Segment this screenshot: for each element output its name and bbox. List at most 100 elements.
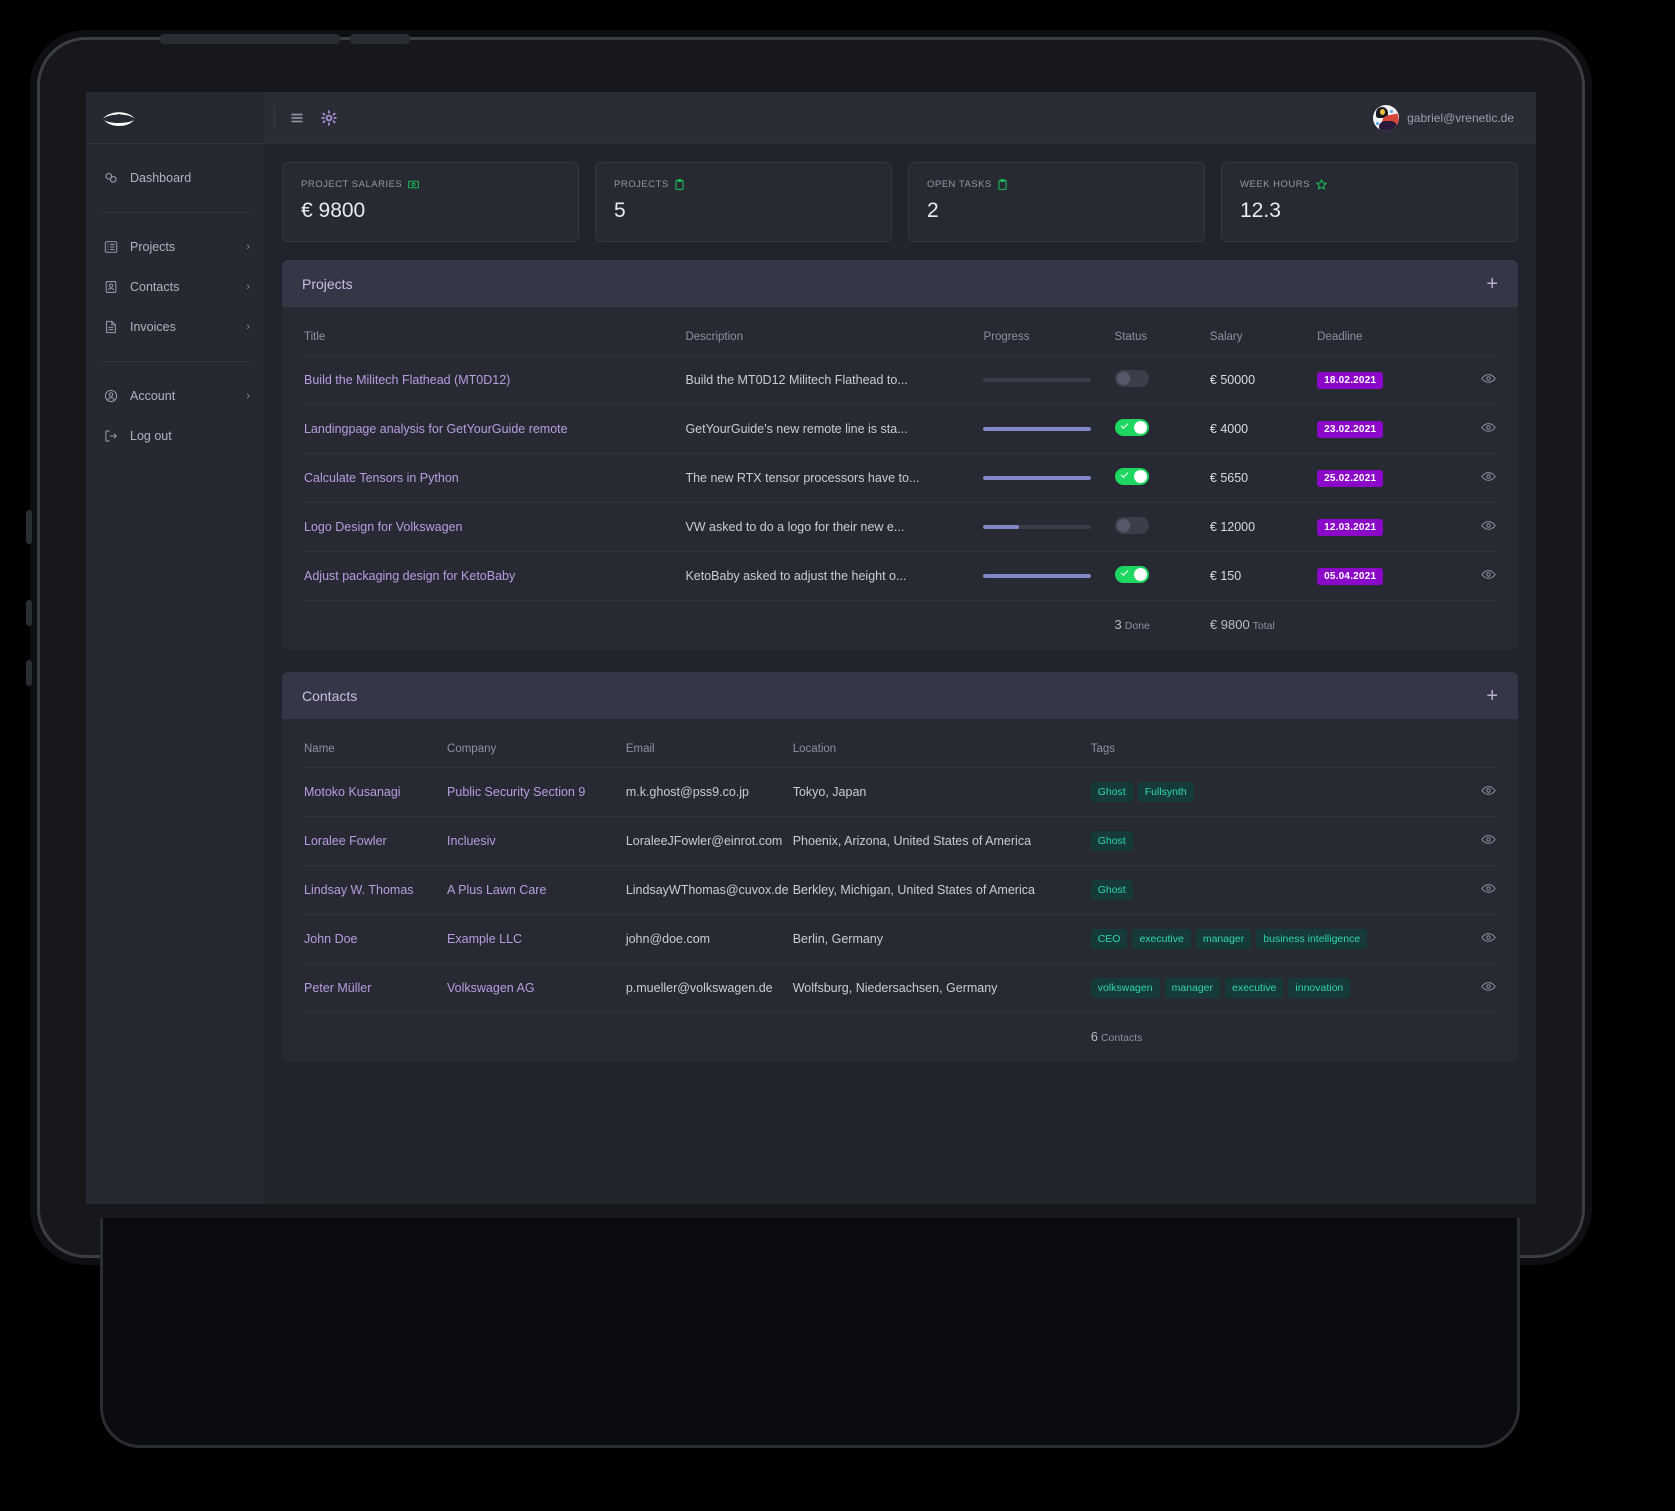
view-icon[interactable] xyxy=(1481,834,1496,845)
contact-actions[interactable] xyxy=(1448,963,1496,1013)
tag-chip[interactable]: innovation xyxy=(1288,978,1351,998)
project-status[interactable] xyxy=(1114,404,1210,454)
project-title[interactable]: Landingpage analysis for GetYourGuide re… xyxy=(304,404,686,454)
table-row[interactable]: Build the Militech Flathead (MT0D12) Buil… xyxy=(304,355,1496,405)
column-email[interactable]: Email xyxy=(626,733,793,768)
view-icon[interactable] xyxy=(1481,883,1496,894)
contact-name[interactable]: Loralee Fowler xyxy=(304,816,448,866)
view-icon[interactable] xyxy=(1481,471,1496,482)
contact-name[interactable]: Peter Müller xyxy=(304,963,448,1013)
view-icon[interactable] xyxy=(1481,422,1496,433)
view-icon[interactable] xyxy=(1481,569,1496,580)
table-row[interactable]: Peter Müller Volkswagen AG p.mueller@volks… xyxy=(304,963,1496,1013)
tag-chip[interactable]: manager xyxy=(1195,929,1252,949)
contact-name[interactable]: John Doe xyxy=(304,914,448,964)
project-status[interactable] xyxy=(1114,502,1210,552)
stat-card-open-tasks[interactable]: OPEN TASKS 2 xyxy=(908,162,1205,242)
column-deadline[interactable]: Deadline xyxy=(1317,321,1448,356)
column-location[interactable]: Location xyxy=(793,733,1091,768)
project-actions[interactable] xyxy=(1448,404,1496,454)
view-icon[interactable] xyxy=(1481,373,1496,384)
sidebar-item-logout[interactable]: Log out xyxy=(86,416,264,456)
project-actions[interactable] xyxy=(1448,551,1496,601)
table-row[interactable]: Loralee Fowler Incluesiv LoraleeJFowler@ei… xyxy=(304,816,1496,866)
sidebar-item-account[interactable]: Account › xyxy=(86,376,264,416)
contact-company[interactable]: Public Security Section 9 xyxy=(447,767,626,817)
sidebar-item-contacts[interactable]: Contacts › xyxy=(86,267,264,307)
brand-logo[interactable] xyxy=(86,92,264,144)
tag-chip[interactable]: Ghost xyxy=(1090,782,1133,802)
table-row[interactable]: Lindsay W. Thomas A Plus Lawn Care Lindsay… xyxy=(304,865,1496,915)
device-side-button-3[interactable] xyxy=(26,660,32,686)
tag-chip[interactable]: executive xyxy=(1225,978,1284,998)
status-toggle[interactable] xyxy=(1114,517,1149,534)
tag-chip[interactable]: Ghost xyxy=(1090,880,1133,900)
contact-name[interactable]: Lindsay W. Thomas xyxy=(304,865,448,915)
project-title[interactable]: Build the Militech Flathead (MT0D12) xyxy=(304,355,686,405)
contact-name[interactable]: Motoko Kusanagi xyxy=(304,767,448,817)
tag-chip[interactable]: volkswagen xyxy=(1090,978,1160,998)
status-toggle[interactable] xyxy=(1114,468,1149,485)
tag-chip[interactable]: executive xyxy=(1132,929,1191,949)
column-salary[interactable]: Salary xyxy=(1210,321,1317,356)
table-row[interactable]: Calculate Tensors in Python The new RTX t… xyxy=(304,453,1496,503)
user-menu[interactable]: gabriel@vrenetic.de xyxy=(1373,104,1514,131)
status-toggle[interactable] xyxy=(1114,566,1149,583)
status-toggle[interactable] xyxy=(1114,419,1149,436)
sidebar-item-projects[interactable]: Projects › xyxy=(86,227,264,267)
tag-chip[interactable]: business intelligence xyxy=(1256,929,1368,949)
table-row[interactable]: Landingpage analysis for GetYourGuide re… xyxy=(304,404,1496,454)
column-name[interactable]: Name xyxy=(304,733,447,768)
view-icon[interactable] xyxy=(1481,981,1496,992)
column-title[interactable]: Title xyxy=(304,321,685,356)
tag-chip[interactable]: Ghost xyxy=(1090,831,1133,851)
project-status[interactable] xyxy=(1114,453,1210,503)
contact-actions[interactable] xyxy=(1448,767,1496,817)
view-icon[interactable] xyxy=(1481,520,1496,531)
hamburger-menu-icon[interactable] xyxy=(289,110,305,126)
contact-company[interactable]: Volkswagen AG xyxy=(447,963,626,1013)
column-status[interactable]: Status xyxy=(1115,321,1210,356)
contact-company[interactable]: A Plus Lawn Care xyxy=(447,865,626,915)
project-title[interactable]: Adjust packaging design for KetoBaby xyxy=(304,551,686,601)
status-toggle[interactable] xyxy=(1114,370,1149,387)
project-actions[interactable] xyxy=(1448,355,1496,405)
stat-card-projects[interactable]: PROJECTS 5 xyxy=(595,162,892,242)
contact-company[interactable]: Example LLC xyxy=(447,914,626,964)
table-row[interactable]: Motoko Kusanagi Public Security Section 9… xyxy=(304,767,1496,817)
project-status[interactable] xyxy=(1114,551,1210,601)
tag-chip[interactable]: manager xyxy=(1164,978,1221,998)
stat-label: PROJECT SALARIES xyxy=(301,179,560,190)
device-side-button-2[interactable] xyxy=(26,600,32,626)
contact-actions[interactable] xyxy=(1448,816,1496,866)
stat-card-week-hours[interactable]: WEEK HOURS 12.3 xyxy=(1221,162,1518,242)
project-status[interactable] xyxy=(1114,355,1210,405)
add-contact-button[interactable]: + xyxy=(1486,686,1498,706)
table-row[interactable]: Logo Design for Volkswagen VW asked to do… xyxy=(304,502,1496,552)
contact-actions[interactable] xyxy=(1448,865,1496,915)
gear-icon[interactable] xyxy=(321,109,337,126)
column-tags[interactable]: Tags xyxy=(1091,733,1449,768)
device-side-button-1[interactable] xyxy=(26,510,32,544)
project-title[interactable]: Logo Design for Volkswagen xyxy=(304,502,686,552)
project-actions[interactable] xyxy=(1448,502,1496,552)
view-icon[interactable] xyxy=(1481,932,1496,943)
table-row[interactable]: John Doe Example LLC john@doe.com Berlin, G… xyxy=(304,914,1496,964)
project-title[interactable]: Calculate Tensors in Python xyxy=(304,453,686,503)
column-company[interactable]: Company xyxy=(447,733,626,768)
tag-chip[interactable]: CEO xyxy=(1090,929,1128,949)
panel-title: Contacts xyxy=(302,687,358,704)
project-actions[interactable] xyxy=(1448,453,1496,503)
tag-chip[interactable]: Fullsynth xyxy=(1137,782,1194,802)
contact-company[interactable]: Incluesiv xyxy=(447,816,626,866)
sidebar-item-invoices[interactable]: Invoices › xyxy=(86,307,264,347)
table-row[interactable]: Adjust packaging design for KetoBaby Keto… xyxy=(304,551,1496,601)
projects-done-label: Done xyxy=(1124,620,1150,632)
view-icon[interactable] xyxy=(1481,785,1496,796)
contact-actions[interactable] xyxy=(1448,914,1496,964)
stat-card-project-salaries[interactable]: PROJECT SALARIES € 9800 xyxy=(282,162,579,242)
column-progress[interactable]: Progress xyxy=(983,321,1114,356)
column-description[interactable]: Description xyxy=(685,321,983,356)
add-project-button[interactable]: + xyxy=(1486,274,1498,294)
sidebar-item-dashboard[interactable]: Dashboard xyxy=(86,158,264,198)
